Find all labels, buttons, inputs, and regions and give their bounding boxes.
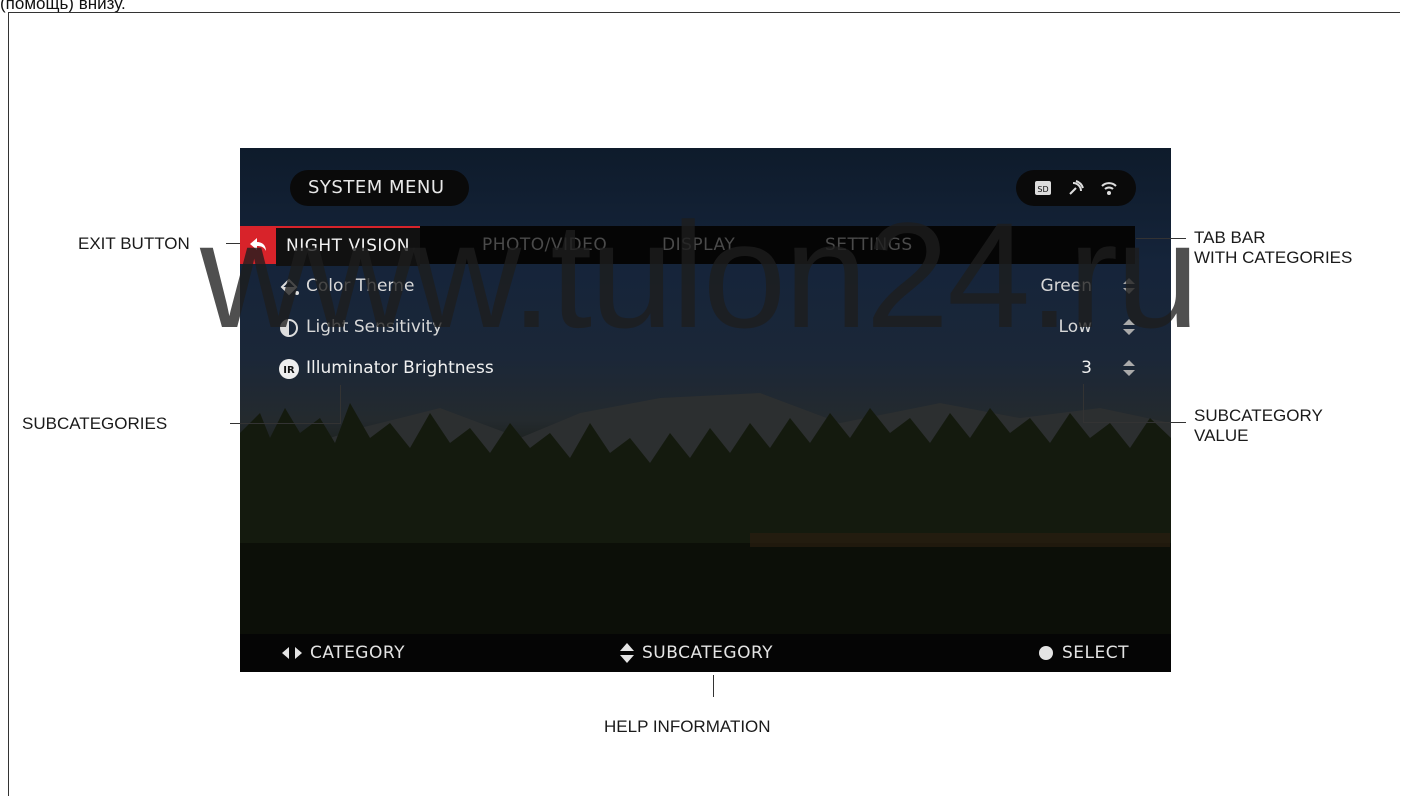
status-icons: SD bbox=[1016, 170, 1136, 206]
left-right-arrows-icon bbox=[282, 647, 302, 659]
leader-line bbox=[226, 243, 240, 244]
callout-subcategory-value-line2: VALUE bbox=[1194, 426, 1249, 445]
callout-tab-bar: TAB BAR WITH CATEGORIES bbox=[1194, 228, 1352, 268]
callout-exit-button: EXIT BUTTON bbox=[78, 234, 190, 253]
help-subcategory-label: SUBCATEGORY bbox=[642, 643, 774, 663]
sd-card-icon: SD bbox=[1034, 181, 1051, 195]
wifi-icon bbox=[1101, 182, 1118, 195]
leader-line bbox=[1083, 384, 1084, 423]
row-label: Illuminator Brightness bbox=[306, 358, 494, 378]
leader-line bbox=[713, 675, 714, 697]
up-down-arrow-icon bbox=[1123, 360, 1135, 376]
help-select: SELECT bbox=[1038, 634, 1129, 672]
up-down-arrow-icon bbox=[1123, 278, 1135, 294]
dot-icon bbox=[1039, 646, 1053, 660]
callout-subcategory-value-line1: SUBCATEGORY bbox=[1194, 406, 1323, 425]
row-value: 3 bbox=[1081, 358, 1092, 378]
row-label: Light Sensitivity bbox=[306, 317, 443, 337]
svg-text:SD: SD bbox=[1037, 185, 1048, 194]
ir-icon: IR bbox=[279, 359, 299, 379]
paint-bucket-icon bbox=[280, 278, 299, 296]
callout-tab-bar-line1: TAB BAR bbox=[1194, 228, 1266, 247]
callout-help-information: HELP INFORMATION bbox=[604, 717, 771, 736]
row-illuminator-brightness[interactable]: IR Illuminator Brightness 3 bbox=[278, 354, 1138, 382]
up-down-arrows-icon bbox=[620, 643, 634, 663]
ir-icon-text: IR bbox=[283, 365, 295, 376]
exit-button[interactable] bbox=[240, 226, 276, 264]
back-arrow-icon bbox=[250, 238, 266, 251]
leader-line bbox=[230, 423, 340, 424]
help-category: CATEGORY bbox=[282, 634, 405, 672]
tab-night-vision[interactable]: NIGHT VISION bbox=[276, 226, 421, 266]
tab-photo-video[interactable]: PHOTO/VIDEO bbox=[482, 226, 607, 264]
row-label: Color Theme bbox=[306, 276, 415, 296]
system-menu-title: SYSTEM MENU bbox=[290, 170, 469, 206]
tab-settings[interactable]: SETTINGS bbox=[825, 226, 913, 264]
tab-display[interactable]: DISPLAY bbox=[662, 226, 735, 264]
callout-subcategories: SUBCATEGORIES bbox=[22, 414, 168, 433]
help-category-label: CATEGORY bbox=[310, 643, 405, 663]
leader-line bbox=[340, 385, 341, 424]
help-subcategory: SUBCATEGORY bbox=[620, 634, 773, 672]
forest-silhouette bbox=[240, 403, 1171, 643]
device-screen: SYSTEM MENU SD NIGHT VISION PHOTO/VIDEO … bbox=[240, 148, 1171, 672]
leader-line bbox=[1083, 422, 1186, 423]
tab-bar: NIGHT VISION PHOTO/VIDEO DISPLAY SETTING… bbox=[240, 226, 1135, 266]
contrast-icon bbox=[280, 319, 298, 337]
satellite-icon bbox=[1069, 180, 1084, 195]
row-light-sensitivity[interactable]: Light Sensitivity Low bbox=[278, 313, 1138, 341]
row-value: Green bbox=[1040, 276, 1092, 296]
help-select-label: SELECT bbox=[1062, 643, 1129, 663]
help-bar: CATEGORY SUBCATEGORY SELECT bbox=[240, 634, 1171, 672]
leader-line bbox=[1136, 238, 1186, 239]
row-value: Low bbox=[1058, 317, 1092, 337]
callout-tab-bar-line2: WITH CATEGORIES bbox=[1194, 248, 1353, 267]
up-down-arrow-icon bbox=[1123, 319, 1135, 335]
callout-subcategory-value: SUBCATEGORY VALUE bbox=[1194, 406, 1323, 446]
row-color-theme[interactable]: Color Theme Green bbox=[278, 272, 1138, 300]
